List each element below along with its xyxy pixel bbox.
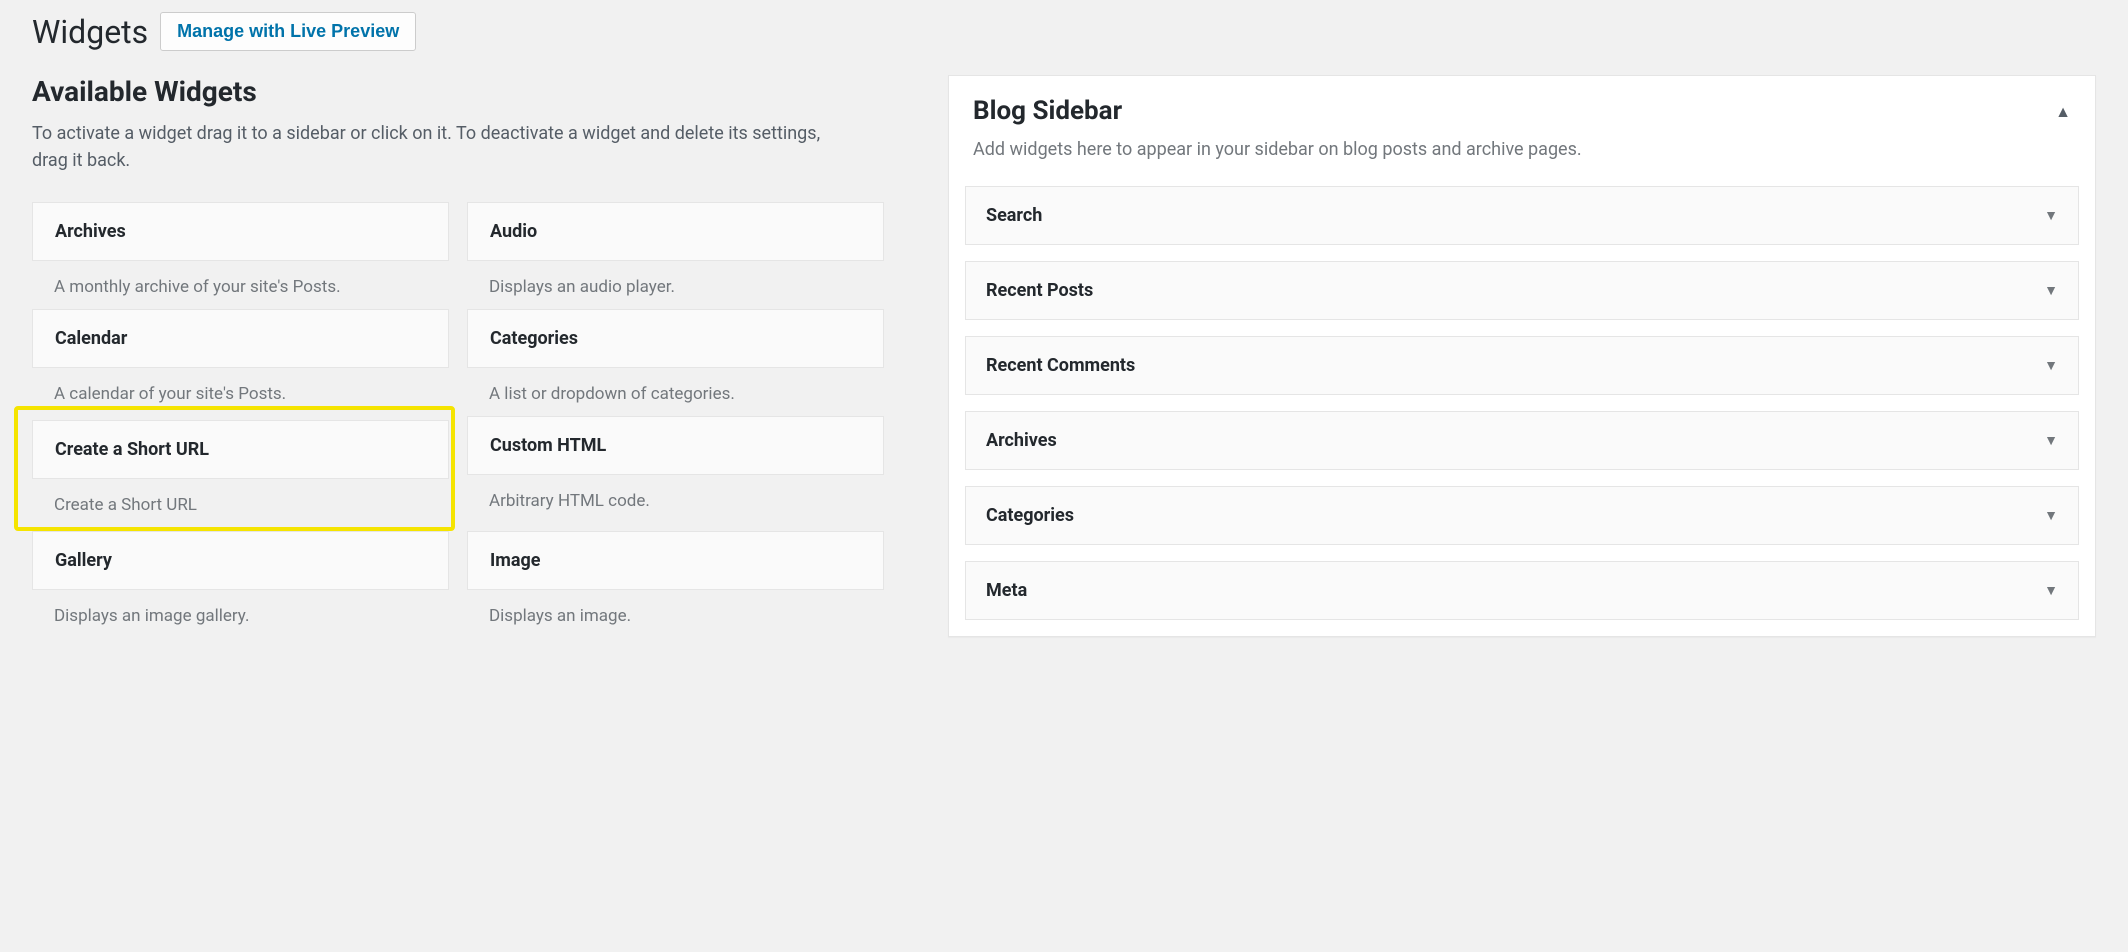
main-layout: Available Widgets To activate a widget d… bbox=[32, 75, 2096, 638]
sidebar-widget-label: Recent Posts bbox=[986, 280, 1093, 301]
available-widget-desc: Displays an image. bbox=[467, 590, 884, 630]
available-widget[interactable]: Audio bbox=[467, 202, 884, 261]
page-title: Widgets bbox=[32, 13, 148, 51]
available-widget-title: Gallery bbox=[55, 550, 426, 571]
caret-down-icon: ▼ bbox=[2044, 582, 2058, 599]
sidebar-areas-panel: Blog Sidebar ▲ Add widgets here to appea… bbox=[948, 75, 2096, 637]
available-widget[interactable]: Create a Short URL bbox=[32, 420, 449, 479]
available-widgets-panel: Available Widgets To activate a widget d… bbox=[32, 75, 884, 638]
sidebar-widget-label: Search bbox=[986, 205, 1042, 226]
sidebar-widget-item[interactable]: Search ▼ bbox=[965, 186, 2079, 245]
available-widget-block: Gallery Displays an image gallery. bbox=[32, 531, 449, 638]
caret-down-icon: ▼ bbox=[2044, 207, 2058, 224]
available-widget-title: Custom HTML bbox=[490, 435, 861, 456]
sidebar-widget-label: Archives bbox=[986, 430, 1057, 451]
page-header: Widgets Manage with Live Preview bbox=[32, 0, 2096, 51]
available-widget[interactable]: Custom HTML bbox=[467, 416, 884, 475]
sidebar-area-blog-sidebar: Blog Sidebar ▲ Add widgets here to appea… bbox=[948, 75, 2096, 637]
sidebar-area-title: Blog Sidebar bbox=[973, 96, 1122, 126]
available-widgets-grid: Archives A monthly archive of your site'… bbox=[32, 202, 884, 638]
sidebar-area-header[interactable]: Blog Sidebar ▲ bbox=[949, 76, 2095, 128]
available-widget-desc: Displays an audio player. bbox=[467, 261, 884, 301]
sidebar-widget-label: Meta bbox=[986, 580, 1027, 601]
sidebar-widget-item[interactable]: Categories ▼ bbox=[965, 486, 2079, 545]
available-widget[interactable]: Image bbox=[467, 531, 884, 590]
available-widget[interactable]: Calendar bbox=[32, 309, 449, 368]
available-widget-title: Calendar bbox=[55, 328, 426, 349]
sidebar-widget-item[interactable]: Archives ▼ bbox=[965, 411, 2079, 470]
available-widget-block: Calendar A calendar of your site's Posts… bbox=[32, 309, 449, 416]
available-widget-block: Archives A monthly archive of your site'… bbox=[32, 202, 449, 309]
available-widget-title: Archives bbox=[55, 221, 426, 242]
available-widget-desc: A monthly archive of your site's Posts. bbox=[32, 261, 449, 301]
available-widget-block: Audio Displays an audio player. bbox=[467, 202, 884, 309]
available-widget-block-highlighted: Create a Short URL Create a Short URL bbox=[14, 406, 455, 531]
available-widget[interactable]: Archives bbox=[32, 202, 449, 261]
sidebar-widgets-list: Search ▼ Recent Posts ▼ Recent Comments … bbox=[949, 186, 2095, 636]
sidebar-area-description: Add widgets here to appear in your sideb… bbox=[949, 128, 2095, 186]
sidebar-widget-label: Categories bbox=[986, 505, 1074, 526]
available-widget-desc: Arbitrary HTML code. bbox=[467, 475, 884, 515]
available-widget-block: Custom HTML Arbitrary HTML code. bbox=[467, 416, 884, 531]
sidebar-widget-item[interactable]: Recent Posts ▼ bbox=[965, 261, 2079, 320]
sidebar-widget-label: Recent Comments bbox=[986, 355, 1135, 376]
caret-down-icon: ▼ bbox=[2044, 282, 2058, 299]
sidebar-widget-item[interactable]: Meta ▼ bbox=[965, 561, 2079, 620]
available-widget-title: Create a Short URL bbox=[55, 439, 426, 460]
available-widget[interactable]: Gallery bbox=[32, 531, 449, 590]
caret-up-icon: ▲ bbox=[2055, 96, 2071, 122]
available-widget-desc: A list or dropdown of categories. bbox=[467, 368, 884, 408]
manage-live-preview-button[interactable]: Manage with Live Preview bbox=[160, 12, 416, 51]
available-widget-block: Categories A list or dropdown of categor… bbox=[467, 309, 884, 416]
available-widgets-description: To activate a widget drag it to a sideba… bbox=[32, 120, 852, 174]
available-widget-title: Categories bbox=[490, 328, 861, 349]
available-widget-desc: Displays an image gallery. bbox=[32, 590, 449, 630]
caret-down-icon: ▼ bbox=[2044, 357, 2058, 374]
available-widget-title: Image bbox=[490, 550, 861, 571]
sidebar-widget-item[interactable]: Recent Comments ▼ bbox=[965, 336, 2079, 395]
available-widget-desc: Create a Short URL bbox=[32, 479, 449, 519]
available-widget-title: Audio bbox=[490, 221, 861, 242]
caret-down-icon: ▼ bbox=[2044, 432, 2058, 449]
available-widgets-heading: Available Widgets bbox=[32, 75, 884, 108]
available-widget[interactable]: Categories bbox=[467, 309, 884, 368]
available-widget-block: Image Displays an image. bbox=[467, 531, 884, 638]
caret-down-icon: ▼ bbox=[2044, 507, 2058, 524]
available-widget-desc: A calendar of your site's Posts. bbox=[32, 368, 449, 408]
